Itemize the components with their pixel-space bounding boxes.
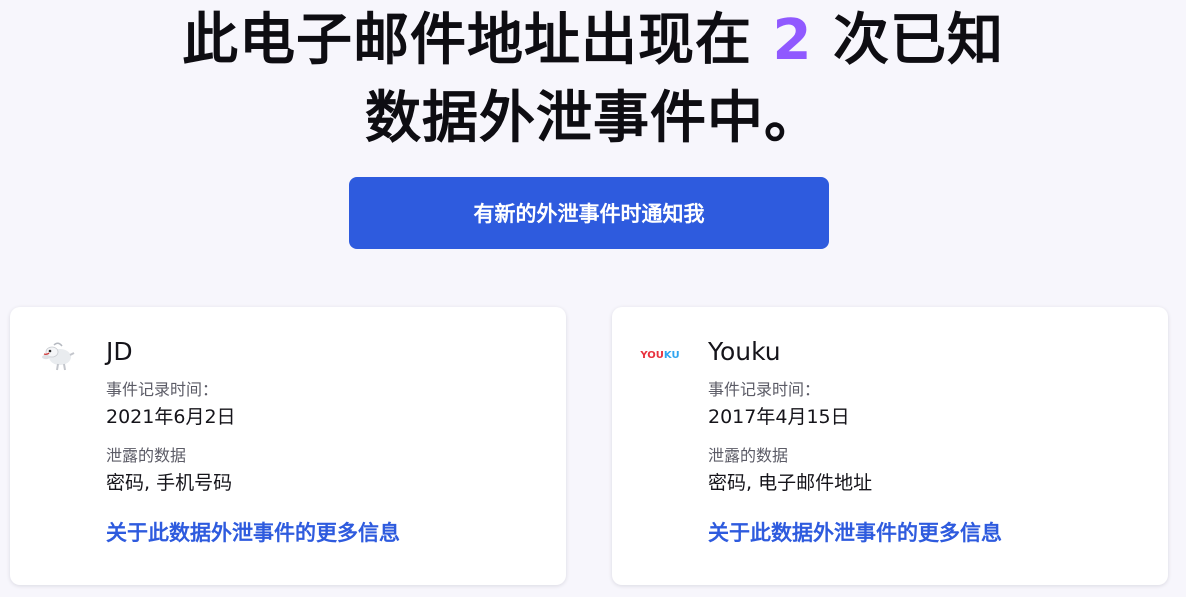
compromised-data-label: 泄露的数据 — [708, 446, 789, 465]
company-name: JD — [106, 337, 133, 366]
notify-me-button[interactable]: 有新的外泄事件时通知我 — [349, 177, 829, 249]
more-info-link[interactable]: 关于此数据外泄事件的更多信息 — [708, 517, 1148, 547]
more-info-link[interactable]: 关于此数据外泄事件的更多信息 — [106, 517, 546, 547]
date-label: 事件记录时间： — [106, 380, 219, 399]
compromised-data: 密码, 手机号码 — [106, 472, 233, 494]
breach-card-youku: YOUKU Youku 事件记录时间： 2017年4月15日 泄露的数据 密码,… — [612, 307, 1168, 585]
breach-card-jd: JD 事件记录时间： 2021年6月2日 泄露的数据 密码, 手机号码 关于此数… — [10, 307, 566, 585]
youku-logo-text: YOUKU — [640, 349, 680, 361]
jd-mascot-dog-icon — [38, 335, 78, 375]
breach-count-headline: 此电子邮件地址出现在 2 次已知 数据外泄事件中。 — [0, 2, 1186, 158]
headline-prefix: 此电子邮件地址出现在 — [182, 8, 753, 73]
breach-card-body: JD 事件记录时间： 2021年6月2日 泄露的数据 密码, 手机号码 关于此数… — [106, 335, 546, 547]
breach-card-body: Youku 事件记录时间： 2017年4月15日 泄露的数据 密码, 电子邮件地… — [708, 335, 1148, 547]
date-label: 事件记录时间： — [708, 380, 821, 399]
breach-date: 2017年4月15日 — [708, 406, 850, 428]
breach-count: 2 — [772, 8, 813, 73]
company-name: Youku — [708, 337, 781, 366]
headline-line-1: 此电子邮件地址出现在 2 次已知 — [0, 2, 1186, 80]
headline-suffix: 次已知 — [832, 8, 1004, 73]
youku-logo-icon: YOUKU — [640, 335, 680, 375]
breach-date: 2021年6月2日 — [106, 406, 236, 428]
headline-line-2: 数据外泄事件中。 — [365, 86, 821, 151]
compromised-data: 密码, 电子邮件地址 — [708, 472, 873, 494]
compromised-data-label: 泄露的数据 — [106, 446, 187, 465]
